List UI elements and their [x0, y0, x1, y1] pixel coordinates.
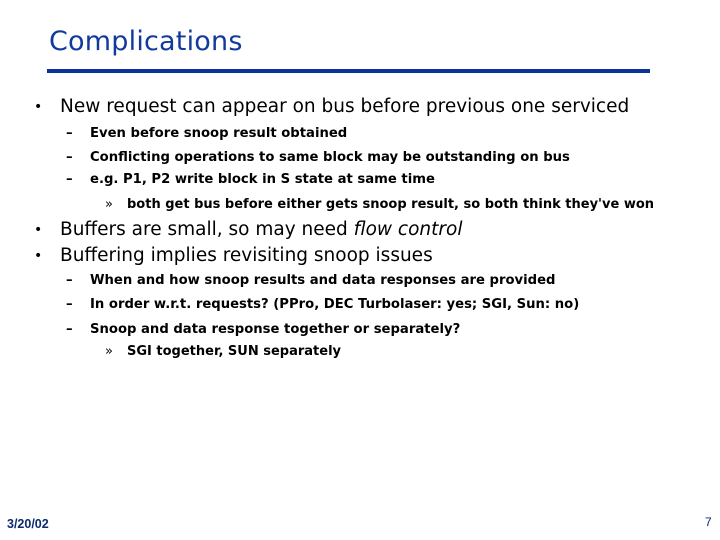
slide-title: Complications — [49, 26, 243, 57]
sub-item: – e.g. P1, P2 write block in S state at s… — [66, 172, 435, 187]
title-underline — [47, 69, 650, 73]
bullet-icon: • — [34, 99, 43, 115]
raquo-icon: » — [105, 197, 113, 212]
bullet-icon: • — [34, 248, 43, 264]
sub-item: – Even before snoop result obtained — [66, 126, 347, 141]
sub-item: – In order w.r.t. requests? (PPro, DEC Tu… — [66, 297, 579, 312]
emphasis-text: flow control — [353, 219, 463, 240]
sub-item-text: Conflicting operations to same block may… — [90, 150, 570, 165]
sub-item: – When and how snoop results and data res… — [66, 273, 556, 288]
footer-date: 3/20/02 — [7, 517, 49, 531]
sub-sub-item-text: SGI together, SUN separately — [127, 344, 342, 359]
slide: Complications • New request can appear o… — [0, 0, 720, 540]
sub-sub-item: » both get bus before either gets snoop r… — [105, 197, 654, 212]
dash-icon: – — [66, 172, 73, 187]
sub-item-text: In order w.r.t. requests? (PPro, DEC Tur… — [90, 297, 580, 312]
bullet-text: Buffers are small, so may need — [60, 219, 354, 240]
bullet-icon: • — [34, 222, 43, 238]
sub-sub-item-text: both get bus before either gets snoop re… — [127, 197, 655, 212]
sub-item-text: Even before snoop result obtained — [90, 126, 348, 141]
sub-item: – Snoop and data response together or sep… — [66, 322, 460, 337]
bullet-item: New request can appear on bus before pre… — [60, 96, 629, 117]
page-number: 7 — [705, 515, 712, 529]
sub-item-text: Snoop and data response together or sepa… — [90, 322, 461, 337]
bullet-text: New request can appear on bus before pre… — [60, 96, 630, 117]
raquo-icon: » — [105, 344, 113, 359]
sub-sub-item: » SGI together, SUN separately — [105, 344, 341, 359]
dash-icon: – — [66, 150, 73, 165]
bullet-item: Buffers are small, so may need flow cont… — [60, 219, 462, 240]
bullet-item: Buffering implies revisiting snoop issue… — [60, 245, 433, 266]
sub-item-text: When and how snoop results and data resp… — [90, 273, 556, 288]
dash-icon: – — [66, 126, 73, 141]
sub-item: – Conflicting operations to same block ma… — [66, 150, 570, 165]
dash-icon: – — [66, 322, 73, 337]
dash-icon: – — [66, 273, 73, 288]
sub-item-text: e.g. P1, P2 write block in S state at sa… — [90, 172, 435, 187]
bullet-text: Buffering implies revisiting snoop issue… — [60, 245, 433, 266]
dash-icon: – — [66, 297, 73, 312]
